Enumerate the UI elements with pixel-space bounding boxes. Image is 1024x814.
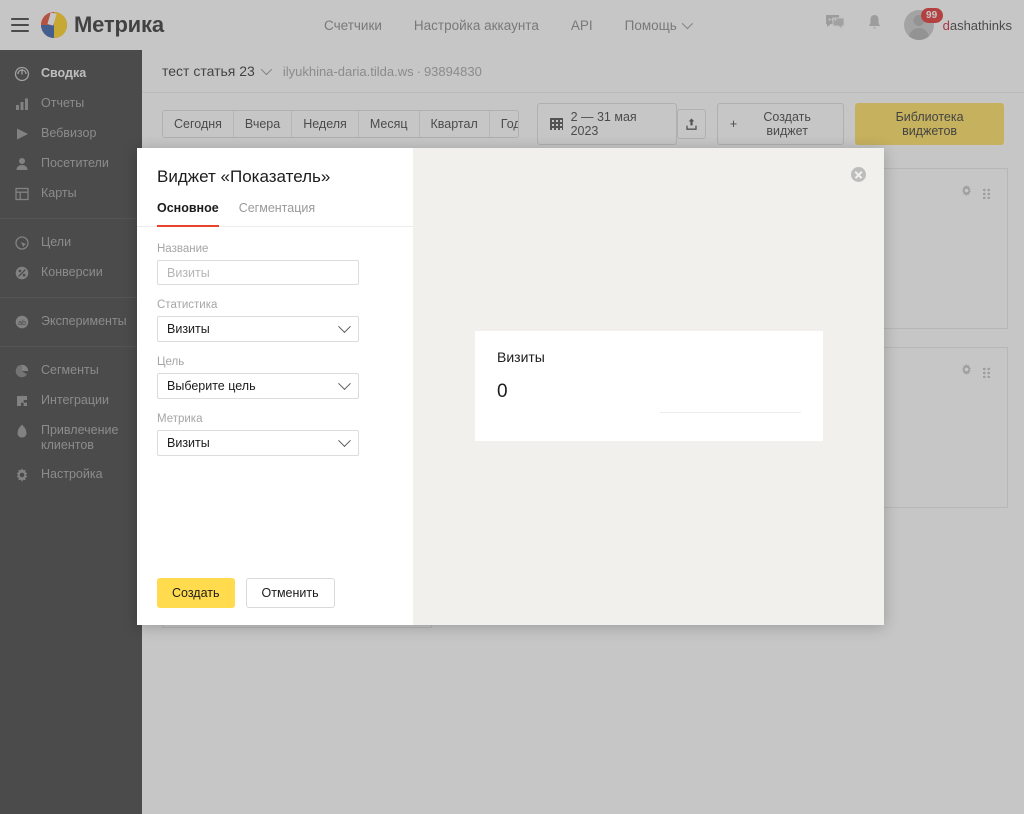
modal-actions: Создать Отменить <box>157 578 335 608</box>
chevron-down-icon <box>338 434 351 447</box>
field-statistics: Статистика Визиты <box>157 299 393 342</box>
statistics-select[interactable]: Визиты <box>157 316 359 342</box>
app-root: Метрика Счетчики Настройка аккаунта API … <box>0 0 1024 814</box>
field-label: Цель <box>157 356 393 368</box>
select-value: Визиты <box>167 322 210 336</box>
preview-title: Визиты <box>497 349 801 365</box>
cancel-button[interactable]: Отменить <box>246 578 335 608</box>
preview-value: 0 <box>497 381 801 403</box>
field-label: Название <box>157 243 393 255</box>
create-button[interactable]: Создать <box>157 578 235 608</box>
close-circle-icon[interactable] <box>851 167 866 182</box>
field-label: Метрика <box>157 413 393 425</box>
field-name: Название <box>157 243 393 285</box>
select-value: Визиты <box>167 436 210 450</box>
field-goal: Цель Выберите цель <box>157 356 393 399</box>
name-input[interactable] <box>157 260 359 285</box>
modal-form-panel: Виджет «Показатель» Основное Сегментация… <box>137 148 413 625</box>
field-metric: Метрика Визиты <box>157 413 393 456</box>
field-label: Статистика <box>157 299 393 311</box>
modal-title: Виджет «Показатель» <box>137 148 413 187</box>
modal-tabs: Основное Сегментация <box>137 187 413 227</box>
chevron-down-icon <box>338 377 351 390</box>
select-value: Выберите цель <box>167 379 256 393</box>
preview-sparkline <box>660 412 801 413</box>
widget-form: Название Статистика Визиты Цель Выберите… <box>137 227 413 456</box>
tab-segmentatsiya[interactable]: Сегментация <box>239 201 315 226</box>
widget-preview-card: Визиты 0 <box>475 331 823 441</box>
tab-osnovnoe[interactable]: Основное <box>157 201 219 226</box>
widget-settings-modal: Виджет «Показатель» Основное Сегментация… <box>137 148 884 625</box>
chevron-down-icon <box>338 320 351 333</box>
goal-select[interactable]: Выберите цель <box>157 373 359 399</box>
modal-preview-panel: Визиты 0 <box>413 148 884 625</box>
metric-select[interactable]: Визиты <box>157 430 359 456</box>
